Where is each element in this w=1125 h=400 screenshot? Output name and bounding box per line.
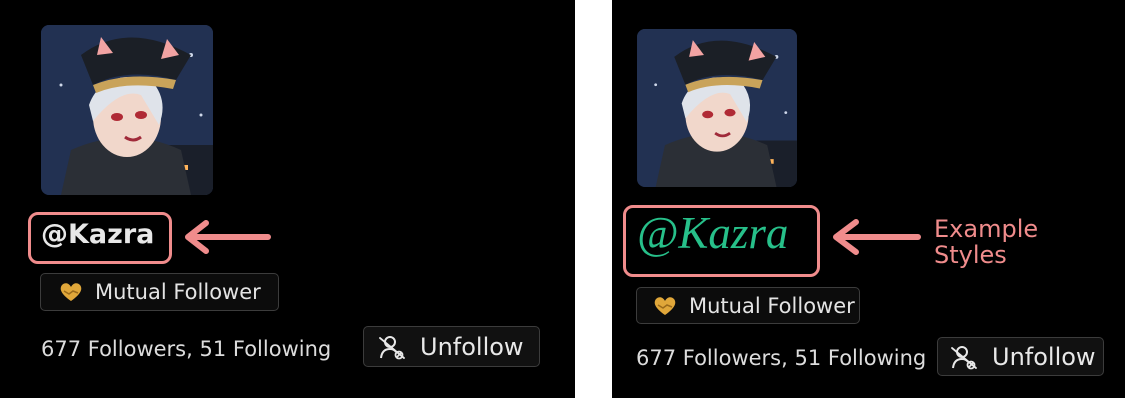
avatar-image xyxy=(637,29,797,187)
avatar-image xyxy=(41,25,213,195)
left-arrow-icon xyxy=(833,219,921,255)
username-styled: @Kazra xyxy=(637,208,789,258)
profile-card-default: @Kazra Mutual Follower 677 Followers, 51… xyxy=(0,0,575,398)
left-arrow-icon xyxy=(185,220,271,254)
mutual-follower-badge: Mutual Follower xyxy=(40,273,279,311)
handshake-heart-icon xyxy=(60,283,82,301)
unfollow-label: Unfollow xyxy=(992,342,1096,371)
avatar[interactable] xyxy=(41,25,213,195)
username: @Kazra xyxy=(41,219,155,250)
badge-label: Mutual Follower xyxy=(95,280,261,304)
badge-label: Mutual Follower xyxy=(689,293,855,318)
unfollow-button[interactable]: Unfollow xyxy=(937,337,1104,376)
avatar[interactable] xyxy=(637,29,797,187)
handshake-heart-icon xyxy=(654,296,676,315)
follow-counts: 677 Followers, 51 Following xyxy=(636,346,927,370)
unfollow-button[interactable]: Unfollow xyxy=(363,326,540,367)
unfollow-label: Unfollow xyxy=(420,332,524,361)
callout-line-1: Example xyxy=(934,215,1039,243)
profile-card-styled: @Kazra Example Styles Mutual Follower 67… xyxy=(612,0,1125,398)
example-styles-callout: Example Styles xyxy=(934,216,1038,268)
mutual-follower-badge: Mutual Follower xyxy=(636,287,860,324)
user-remove-icon xyxy=(379,335,405,359)
callout-line-2: Styles xyxy=(934,241,1007,269)
user-remove-icon xyxy=(951,345,977,369)
follow-counts: 677 Followers, 51 Following xyxy=(41,337,332,361)
